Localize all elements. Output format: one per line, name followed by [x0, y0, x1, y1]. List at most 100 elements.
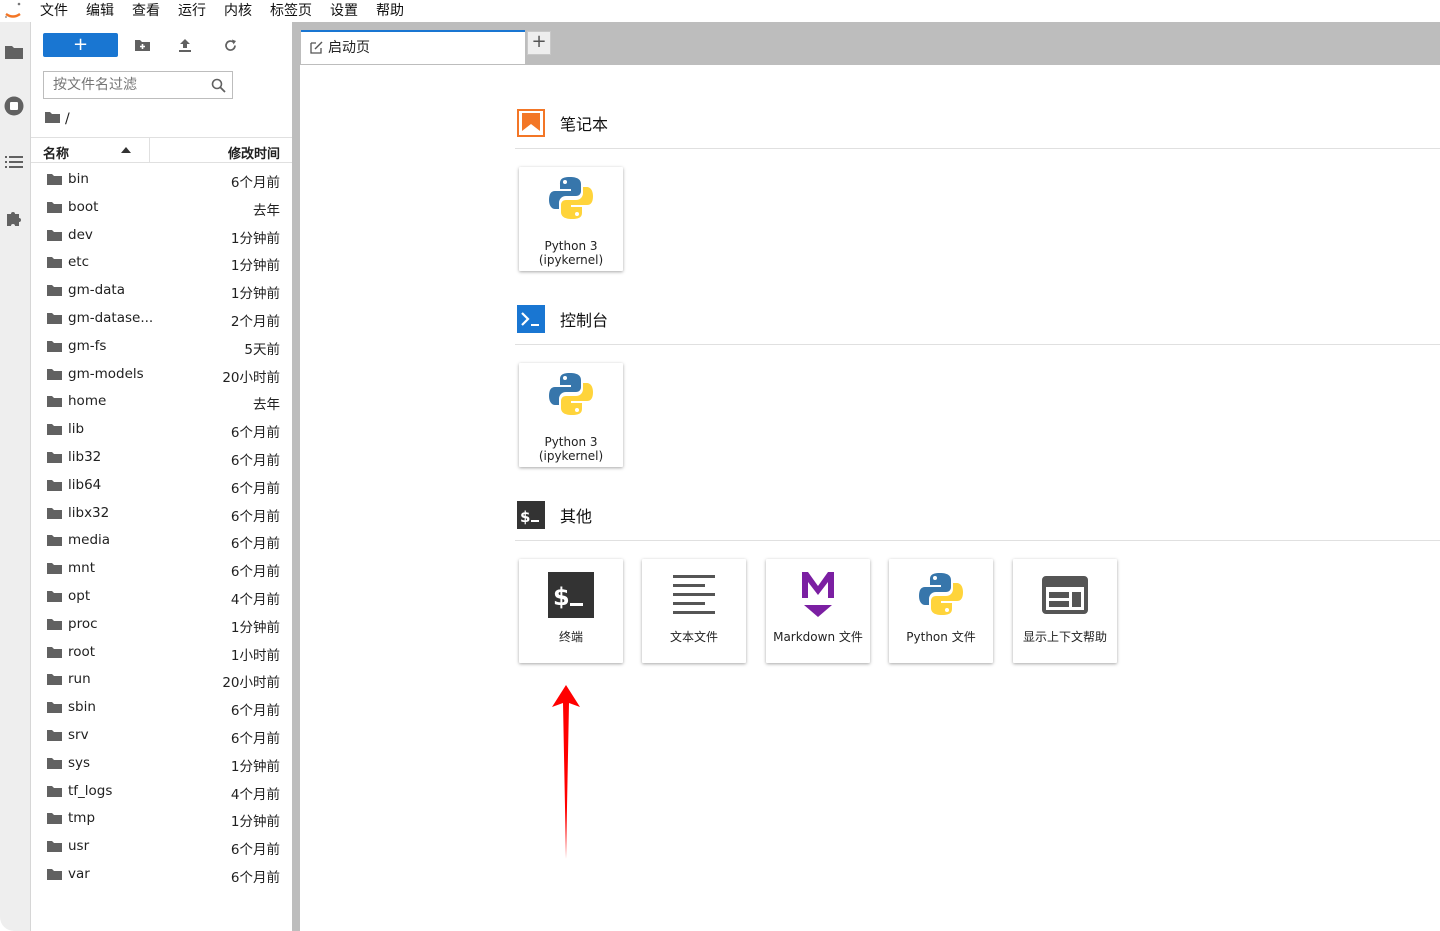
file-name: bin	[68, 171, 89, 187]
toc-icon[interactable]	[0, 147, 28, 177]
extension-icon[interactable]	[0, 203, 28, 233]
file-list-item[interactable]: sys 1分钟前	[31, 749, 292, 777]
file-name: libx32	[68, 504, 110, 521]
file-list-item[interactable]: libx32 6个月前	[31, 499, 292, 527]
file-modified: 6个月前	[230, 480, 280, 497]
file-list-item[interactable]: tmp 1分钟前	[31, 804, 292, 832]
file-list-item[interactable]: sbin 6个月前	[31, 693, 292, 721]
menu-edit[interactable]: 编辑	[77, 0, 123, 22]
menu-view[interactable]: 查看	[123, 0, 169, 22]
menu-run[interactable]: 运行	[169, 0, 215, 22]
file-name: etc	[68, 254, 90, 271]
other-section-title: 其他	[560, 507, 593, 526]
file-list-item[interactable]: run 20小时前	[31, 665, 292, 693]
running-icon[interactable]	[0, 91, 28, 121]
markdown-file-card[interactable]: Markdown 文件	[766, 559, 870, 663]
folder-icon	[47, 423, 62, 439]
main-area: 启动页 + 笔记本 Python 3 (ipykernel) 控制台 Pytho…	[300, 22, 1440, 931]
file-list-item[interactable]: mnt 6个月前	[31, 554, 292, 582]
file-list-item[interactable]: gm-data 1分钟前	[31, 276, 292, 304]
file-list-item[interactable]: lib 6个月前	[31, 415, 292, 443]
folder-icon	[47, 534, 62, 550]
menu-file[interactable]: 文件	[30, 0, 77, 22]
console-section-divider	[515, 344, 1440, 345]
menu-settings[interactable]: 设置	[321, 0, 367, 22]
name-column-header[interactable]: 名称	[43, 143, 69, 162]
new-folder-icon[interactable]	[131, 36, 153, 54]
file-list-item[interactable]: gm-datase... 2个月前	[31, 304, 292, 332]
file-list-item[interactable]: usr 6个月前	[31, 832, 292, 860]
file-modified: 1分钟前	[230, 230, 280, 247]
file-list-item[interactable]: lib32 6个月前	[31, 443, 292, 471]
file-browser: + / 名称 修改时间 bin 6个月前	[31, 22, 292, 931]
other-section-header: $ 其他	[517, 500, 592, 530]
text-file-card[interactable]: 文本文件	[642, 559, 746, 663]
file-list-item[interactable]: etc 1分钟前	[31, 248, 292, 276]
file-modified: 去年	[253, 202, 280, 219]
file-list: bin 6个月前 boot 去年 dev 1分钟前 etc 1分钟前 gm-da	[31, 165, 292, 888]
file-list-item[interactable]: bin 6个月前	[31, 165, 292, 193]
folder-icon	[47, 840, 62, 856]
folder-icon	[47, 507, 62, 523]
file-list-header: 名称 修改时间	[31, 137, 292, 163]
file-list-item[interactable]: var 6个月前	[31, 860, 292, 888]
file-name: root	[68, 643, 96, 660]
file-modified: 1分钟前	[230, 619, 280, 636]
refresh-icon[interactable]	[219, 36, 241, 54]
file-list-item[interactable]: srv 6个月前	[31, 721, 292, 749]
file-list-item[interactable]: boot 去年	[31, 193, 292, 221]
file-list-item[interactable]: lib64 6个月前	[31, 471, 292, 499]
folder-icon[interactable]	[0, 36, 28, 66]
file-list-item[interactable]: home 去年	[31, 387, 292, 415]
file-list-item[interactable]: dev 1分钟前	[31, 221, 292, 249]
console-section-title: 控制台	[560, 311, 609, 330]
text-file-icon	[642, 572, 746, 616]
menu-help[interactable]: 帮助	[367, 0, 413, 22]
panel-splitter[interactable]	[292, 22, 300, 931]
sort-ascending-icon	[121, 147, 131, 153]
file-list-item[interactable]: gm-fs 5天前	[31, 332, 292, 360]
menu-tabs[interactable]: 标签页	[261, 0, 321, 22]
modified-column-header[interactable]: 修改时间	[228, 143, 280, 162]
file-modified: 6个月前	[230, 508, 280, 525]
file-name: gm-data	[68, 282, 125, 299]
folder-icon	[47, 701, 62, 717]
context-help-card[interactable]: 显示上下文帮助	[1013, 559, 1117, 663]
file-list-item[interactable]: tf_logs 4个月前	[31, 777, 292, 805]
new-launcher-button[interactable]: +	[43, 33, 118, 57]
add-tab-button[interactable]: +	[527, 31, 551, 55]
console-icon	[517, 305, 545, 333]
file-name: sys	[68, 754, 91, 771]
folder-icon	[47, 229, 62, 245]
file-modified: 去年	[253, 397, 280, 414]
file-list-item[interactable]: opt 4个月前	[31, 582, 292, 610]
file-list-item[interactable]: proc 1分钟前	[31, 610, 292, 638]
file-modified: 1小时前	[230, 647, 280, 664]
file-name: proc	[68, 615, 98, 632]
tab-launcher[interactable]: 启动页	[301, 30, 525, 64]
file-name: var	[68, 865, 90, 882]
file-modified: 20小时前	[222, 675, 280, 692]
python-file-card[interactable]: Python 文件	[889, 559, 993, 663]
markdown-icon	[766, 568, 870, 620]
folder-icon	[47, 256, 62, 272]
file-list-item[interactable]: gm-models 20小时前	[31, 360, 292, 388]
file-modified: 1分钟前	[230, 814, 280, 831]
menu-kernel[interactable]: 内核	[215, 0, 261, 22]
file-list-item[interactable]: media 6个月前	[31, 526, 292, 554]
home-folder-icon[interactable]	[45, 111, 60, 127]
file-filter-input[interactable]	[44, 72, 213, 98]
notebook-python3-card[interactable]: Python 3 (ipykernel)	[519, 167, 623, 271]
notebook-icon	[517, 109, 545, 137]
column-divider[interactable]	[149, 138, 150, 162]
file-list-item[interactable]: root 1小时前	[31, 638, 292, 666]
console-python3-card[interactable]: Python 3 (ipykernel)	[519, 363, 623, 467]
terminal-card[interactable]: $ 终端	[519, 559, 623, 663]
file-name: gm-datase...	[68, 309, 154, 326]
folder-icon	[47, 785, 62, 801]
upload-icon[interactable]	[174, 36, 196, 54]
file-name: mnt	[68, 560, 95, 577]
breadcrumb-root[interactable]: /	[65, 111, 70, 127]
folder-icon	[47, 618, 62, 634]
notebook-section-title: 笔记本	[560, 115, 609, 134]
